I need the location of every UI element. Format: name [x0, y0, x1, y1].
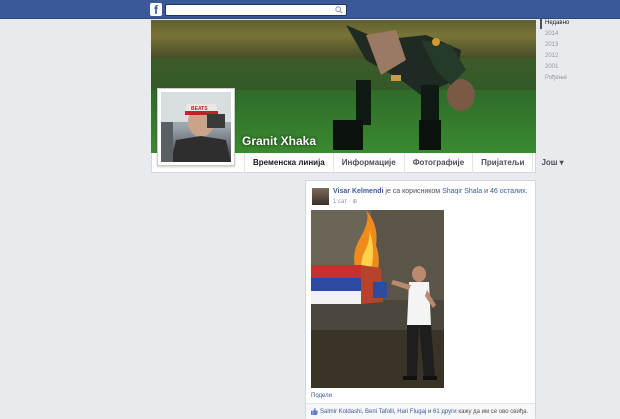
like-thumb-icon — [311, 408, 318, 415]
profile-tabs: Временска линија Информације Фотографије… — [244, 153, 572, 173]
tab-photos[interactable]: Фотографије — [403, 153, 472, 173]
year-item-2012[interactable]: 2012 — [540, 51, 620, 62]
likes-suffix-text: кажу да им се ово свиђа. — [458, 409, 529, 415]
post-likes-bar: Salmir Koldashi, Beni Tafolli, Hari Flug… — [306, 404, 535, 419]
facebook-logo-icon[interactable]: f — [150, 3, 162, 16]
avatar: BEATS — [161, 92, 231, 162]
likes-names[interactable]: Salmir Koldashi, Beni Tafolli, Hari Flug… — [320, 409, 426, 415]
post-header: Visar Kelmendi је са корисником Shaqir S… — [333, 188, 533, 195]
post-author-name[interactable]: Visar Kelmendi — [333, 188, 383, 195]
avatar-cap-text: BEATS — [191, 106, 208, 112]
post-and-text: и — [484, 188, 489, 195]
post-others-link[interactable]: 46 осталих. — [490, 188, 528, 195]
share-link[interactable]: Подели — [311, 393, 332, 399]
search-icon[interactable] — [335, 6, 343, 14]
tab-friends[interactable]: Пријатељи — [472, 153, 532, 173]
tab-timeline[interactable]: Временска линија — [244, 153, 333, 173]
year-item-2001[interactable]: 2001 — [540, 62, 620, 73]
post-photo[interactable] — [311, 210, 444, 388]
post-author-avatar[interactable] — [312, 188, 329, 205]
search-input[interactable] — [166, 6, 331, 17]
likes-others-link[interactable]: 61 други — [433, 409, 457, 415]
year-item-born[interactable]: Рођење — [540, 73, 620, 84]
timeline-post: Visar Kelmendi је са корисником Shaqir S… — [305, 180, 536, 419]
year-item-2014[interactable]: 2014 — [540, 29, 620, 40]
search-box[interactable] — [165, 4, 347, 17]
post-photo-illustration — [311, 210, 444, 388]
profile-picture[interactable]: BEATS — [157, 88, 235, 166]
timeline-years-scrubber: Недавно 2014 2013 2012 2001 Рођење — [540, 18, 620, 84]
post-with-text: је са корисником — [385, 188, 441, 195]
tab-about[interactable]: Информације — [332, 153, 404, 173]
profile-name[interactable]: Granit Xhaka — [242, 134, 316, 148]
year-item-recent[interactable]: Недавно — [540, 18, 620, 29]
avatar-photo-illustration: BEATS — [161, 92, 231, 162]
top-navigation-bar: f — [0, 0, 620, 19]
year-item-2013[interactable]: 2013 — [540, 40, 620, 51]
likes-and-text: и — [427, 409, 432, 415]
post-timestamp[interactable]: 1 сат · ⊕ — [333, 198, 357, 205]
post-tagged-user[interactable]: Shaqir Shala — [442, 188, 482, 195]
tab-more[interactable]: Још ▾ — [532, 153, 571, 173]
